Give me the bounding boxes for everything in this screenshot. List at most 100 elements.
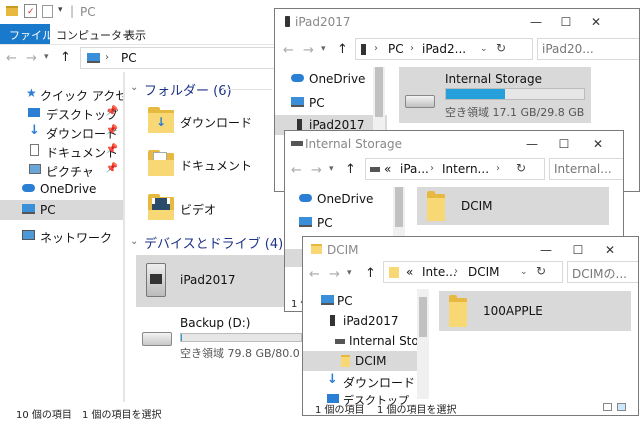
folders-section-rule [222,89,272,90]
address-segment-pc[interactable]: PC [388,42,404,56]
onedrive-icon [291,74,304,82]
drive-tile-internal-storage[interactable]: Internal Storage 空き領域 17.1 GB/29.8 GB [399,67,591,123]
folders-section-header[interactable]: フォルダー (6) [144,80,232,99]
details-view-icon[interactable] [603,403,612,411]
close-button[interactable]: ✕ [595,240,625,260]
nav-item-pc[interactable]: PC [0,200,124,220]
up-button[interactable]: ↑ [337,42,348,57]
nav-item-desktop[interactable]: デスクトップ 📌 [0,103,124,123]
close-button[interactable]: ✕ [581,12,611,32]
address-dropdown-icon[interactable]: ⌄ [480,44,488,54]
ribbon-tab-view[interactable]: 表示 [124,27,146,43]
refresh-icon[interactable]: ↻ [536,264,546,278]
nav-item-quick-access[interactable]: ★ クイック アクセス [0,84,124,104]
address-bar[interactable]: › PC [80,47,280,69]
pin-icon[interactable]: 📌 [106,163,118,174]
address-segment-ipad[interactable]: iPa... [400,162,429,176]
nav-item-internal-storage[interactable]: Internal Sto [303,331,417,351]
large-icons-view-icon[interactable] [617,403,626,411]
nav-item-pictures[interactable]: ピクチャ 📌 [0,160,124,180]
up-button[interactable]: ↑ [60,50,71,65]
search-box[interactable]: iPad20... [537,38,639,60]
folder-tile-100apple[interactable]: 100APPLE [439,291,631,331]
nav-item-dcim[interactable]: DCIM [303,351,417,371]
close-button[interactable]: ✕ [583,134,613,154]
nav-scrollbar[interactable] [123,72,125,402]
back-button[interactable]: ← [309,267,320,282]
nav-item-downloads[interactable]: ↓ ダウンロード 📌 [0,122,124,142]
properties-icon[interactable]: ✓ [24,4,37,18]
maximize-button[interactable]: ☐ [549,134,579,154]
drives-collapse-icon[interactable]: ⌄ [130,236,138,247]
recent-locations-button[interactable]: ▾ [321,44,326,54]
folder-tile-downloads[interactable]: ↓ ダウンロード [140,103,272,141]
address-segment-pc[interactable]: PC [121,51,137,65]
folder-tile-documents[interactable]: ドキュメント [140,146,272,184]
forward-button[interactable]: → [329,267,340,282]
maximize-button[interactable]: ☐ [551,12,581,32]
nav-item-onedrive[interactable]: OneDrive [0,179,124,199]
window-title: DCIM [327,243,359,257]
address-chevron-icon[interactable]: › [105,52,109,63]
folder-label: ビデオ [180,203,217,217]
nav-scrollbar[interactable] [417,289,429,399]
search-box[interactable]: DCIMの... [567,261,638,283]
minimize-button[interactable]: — [531,240,561,260]
maximize-button[interactable]: ☐ [563,240,593,260]
ribbon-tab-file[interactable]: ファイル [0,24,53,44]
address-overflow[interactable]: « [384,162,391,176]
address-bar[interactable]: « Inte... › DCIM ⌄ ↻ [383,261,563,283]
nav-item-pc[interactable]: PC [303,291,417,311]
up-button[interactable]: ↑ [345,162,356,177]
new-folder-icon[interactable] [42,5,53,18]
pin-icon[interactable]: 📌 [106,125,118,136]
drives-section-header[interactable]: デバイスとドライブ (4) [144,233,283,252]
minimize-button[interactable]: — [517,134,547,154]
folder-tile-videos[interactable]: ビデオ [140,190,272,228]
address-bar[interactable]: › PC › iPad2... ⌄ ↻ [355,38,533,60]
nav-item-documents[interactable]: ドキュメント 📌 [0,141,124,161]
address-segment-dcim[interactable]: DCIM [468,265,500,279]
recent-locations-button[interactable]: ▾ [329,164,334,174]
title-bar: Internal Storage — ☐ ✕ [285,131,623,157]
address-segment-ipad[interactable]: iPad2... [422,42,466,56]
nav-item-network[interactable]: ネットワーク [0,226,124,246]
forward-button[interactable]: → [303,43,314,58]
customize-toolbar-icon[interactable]: ▾ [58,5,63,15]
minimize-button[interactable]: — [521,12,551,32]
address-bar[interactable]: « iPa... › Intern... › ↻ [365,158,545,180]
back-button[interactable]: ← [283,43,294,58]
address-segment-internal[interactable]: Inte... [422,265,457,279]
address-overflow[interactable]: « [406,265,413,279]
nav-item-downloads[interactable]: ↓ ダウンロード [303,371,417,391]
pc-icon [321,295,334,305]
address-dropdown-icon[interactable]: ⌄ [520,267,528,277]
nav-item-pc[interactable]: PC [285,213,397,233]
search-box[interactable]: Internal... [549,158,623,180]
folders-collapse-icon[interactable]: ⌄ [130,82,138,93]
back-button[interactable]: ← [6,51,17,66]
back-button[interactable]: ← [291,163,302,178]
nav-item-onedrive[interactable]: OneDrive [285,189,397,209]
internal-drive-icon [405,95,435,108]
recent-locations-button[interactable]: ▾ [44,52,49,62]
recent-locations-button[interactable]: ▾ [347,268,352,278]
pin-icon[interactable]: 📌 [106,106,118,117]
network-icon [22,230,35,240]
drive-tile-backup[interactable]: Backup (D:) 空き領域 79.8 GB/80.0 GB [136,312,319,364]
nav-item-onedrive[interactable]: OneDrive [275,69,387,89]
up-button[interactable]: ↑ [365,266,376,281]
nav-item-pc[interactable]: PC [275,93,387,113]
folder-tile-dcim[interactable]: DCIM [417,187,609,225]
refresh-icon[interactable]: ↻ [496,41,506,55]
forward-button[interactable]: → [26,51,37,66]
address-segment-internal[interactable]: Intern... [442,162,489,176]
ribbon-tab-computer[interactable]: コンピューター [56,27,133,43]
nav-item-ipad2017[interactable]: iPad2017 [303,311,417,331]
drive-tile-ipad2017[interactable]: iPad2017 [136,255,302,307]
video-folder-icon [148,194,174,220]
refresh-icon[interactable]: ↻ [516,161,526,175]
pin-icon[interactable]: 📌 [106,144,118,155]
folder-label: 100APPLE [483,304,543,318]
forward-button[interactable]: → [311,163,322,178]
